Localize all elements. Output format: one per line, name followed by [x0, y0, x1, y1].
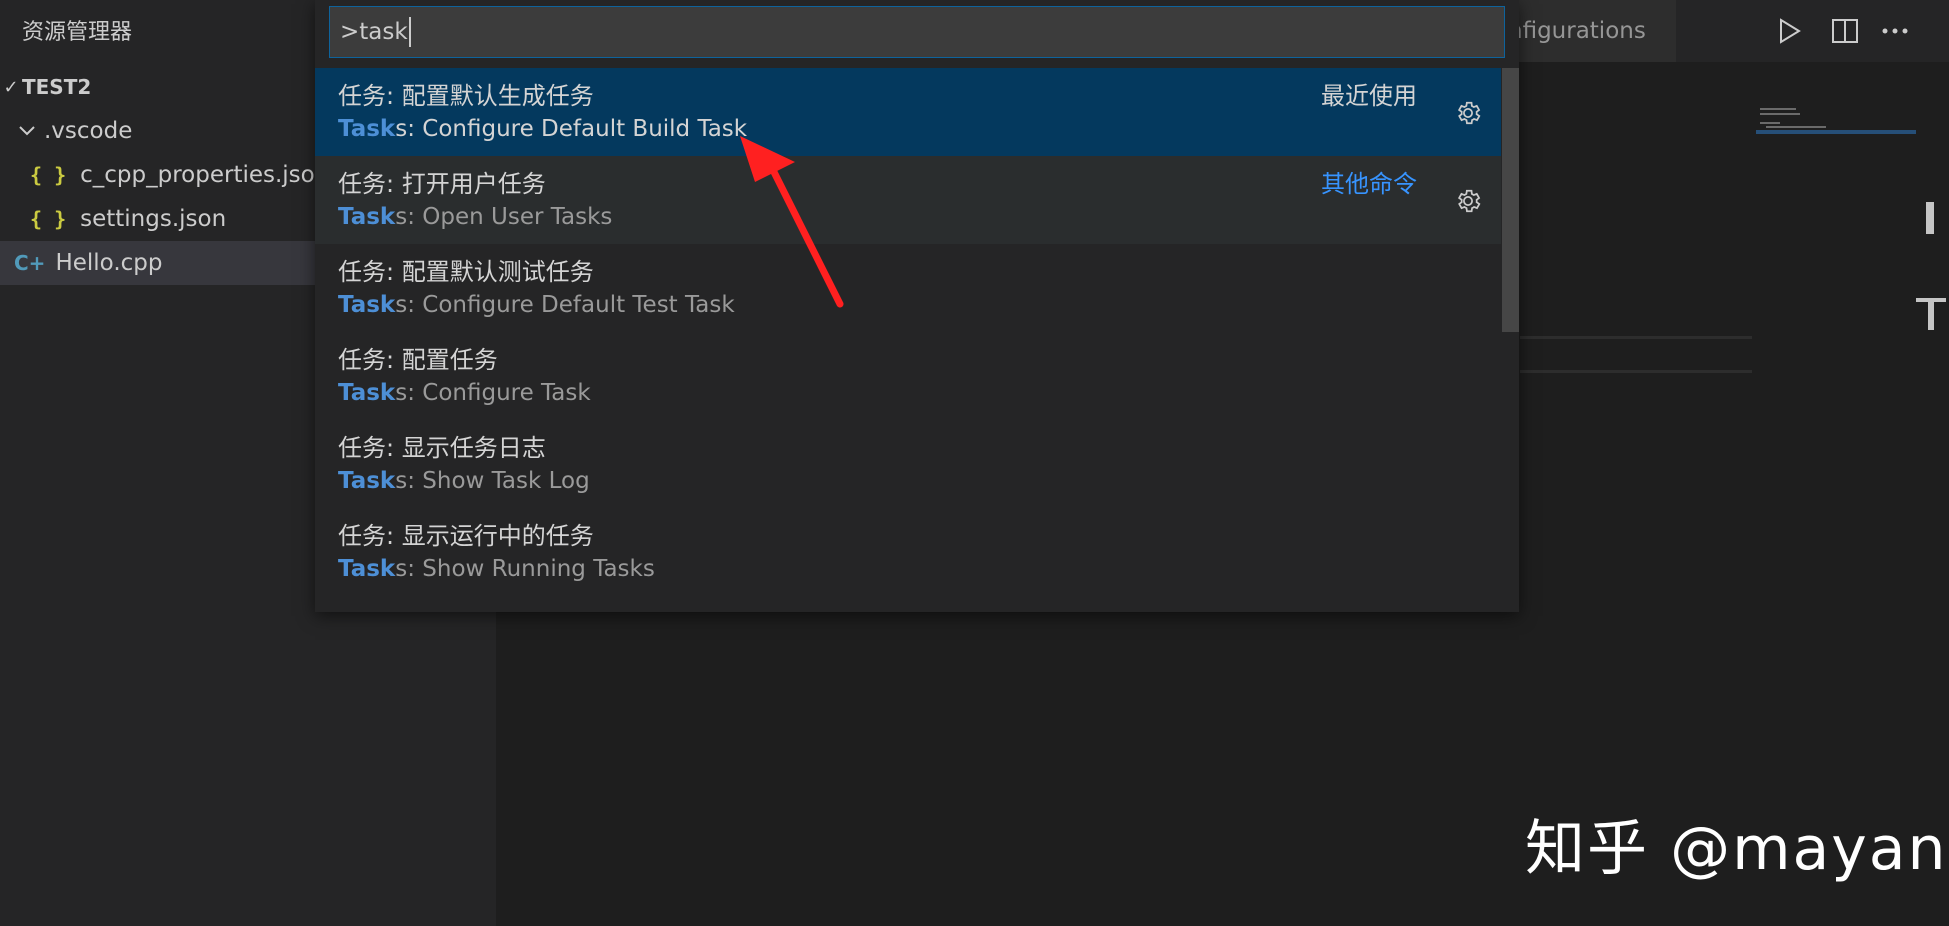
cpp-file-icon: C+ — [14, 251, 46, 275]
chevron-down-icon: ✓ — [3, 76, 19, 98]
command-subtitle: Tasks: Configure Default Build Task — [338, 116, 748, 142]
run-icon[interactable] — [1773, 14, 1807, 48]
gear-icon[interactable] — [1453, 98, 1483, 128]
recently-used-label: 最近使用 — [1321, 82, 1417, 110]
command-item[interactable]: 任务: 打开用户任务 Tasks: Open User Tasks 其他命令 — [315, 156, 1501, 244]
editor-scrollbar[interactable] — [1916, 62, 1949, 926]
tab-label: nfigurations — [1508, 18, 1646, 44]
command-item[interactable]: 任务: 配置默认测试任务 Tasks: Configure Default Te… — [315, 244, 1501, 332]
sidebar-title: 资源管理器 — [22, 20, 133, 45]
command-title: 任务: 配置默认生成任务 — [338, 82, 594, 110]
command-subtitle: Tasks: Show Task Log — [338, 468, 590, 494]
more-actions-icon[interactable] — [1878, 14, 1912, 48]
json-file-icon: { } — [30, 163, 67, 187]
annotation-arrow — [740, 136, 844, 308]
command-palette: >task 任务: 配置默认生成任务 Tasks: Configure Defa… — [315, 0, 1519, 612]
watermark: 知乎 @mayan — [1525, 814, 1948, 884]
text-caret — [408, 17, 411, 47]
gear-icon[interactable] — [1453, 186, 1483, 216]
palette-scrollbar[interactable] — [1502, 68, 1519, 332]
command-input-value: >task — [340, 19, 408, 45]
command-item[interactable]: 任务: 显示任务日志 Tasks: Show Task Log — [315, 420, 1501, 508]
command-subtitle: Tasks: Open User Tasks — [338, 204, 613, 230]
split-editor-icon[interactable] — [1828, 14, 1862, 48]
command-title: 任务: 配置任务 — [338, 346, 498, 374]
folder-label: TEST2 — [22, 75, 92, 99]
command-item[interactable]: 任务: 显示运行中的任务 Tasks: Show Running Tasks — [315, 508, 1501, 596]
json-file-icon: { } — [30, 207, 67, 231]
tree-item-label: .vscode — [44, 118, 133, 144]
command-subtitle: Tasks: Show Running Tasks — [338, 556, 655, 582]
minimap[interactable] — [1756, 104, 1916, 144]
command-item[interactable]: 任务: 配置默认生成任务 Tasks: Configure Default Bu… — [315, 68, 1501, 156]
command-item[interactable]: 任务: 配置任务 Tasks: Configure Task — [315, 332, 1501, 420]
editor-actions — [1700, 0, 1949, 62]
command-subtitle: Tasks: Configure Task — [338, 380, 591, 406]
command-title: 任务: 显示运行中的任务 — [338, 522, 594, 550]
command-title: 任务: 配置默认测试任务 — [338, 258, 594, 286]
other-commands-label: 其他命令 — [1321, 170, 1417, 198]
tree-item-label: settings.json — [80, 206, 227, 232]
minimap-viewport — [1756, 130, 1916, 134]
command-title: 任务: 显示任务日志 — [338, 434, 546, 462]
command-subtitle: Tasks: Configure Default Test Task — [338, 292, 735, 318]
command-input[interactable]: >task — [329, 6, 1505, 58]
tree-item-label: Hello.cpp — [55, 250, 163, 276]
editor-guide — [1520, 336, 1752, 339]
editor-guide — [1520, 370, 1752, 373]
command-title: 任务: 打开用户任务 — [338, 170, 546, 198]
chevron-down-icon — [18, 121, 36, 142]
tree-item-label: c_cpp_properties.json — [80, 162, 330, 188]
